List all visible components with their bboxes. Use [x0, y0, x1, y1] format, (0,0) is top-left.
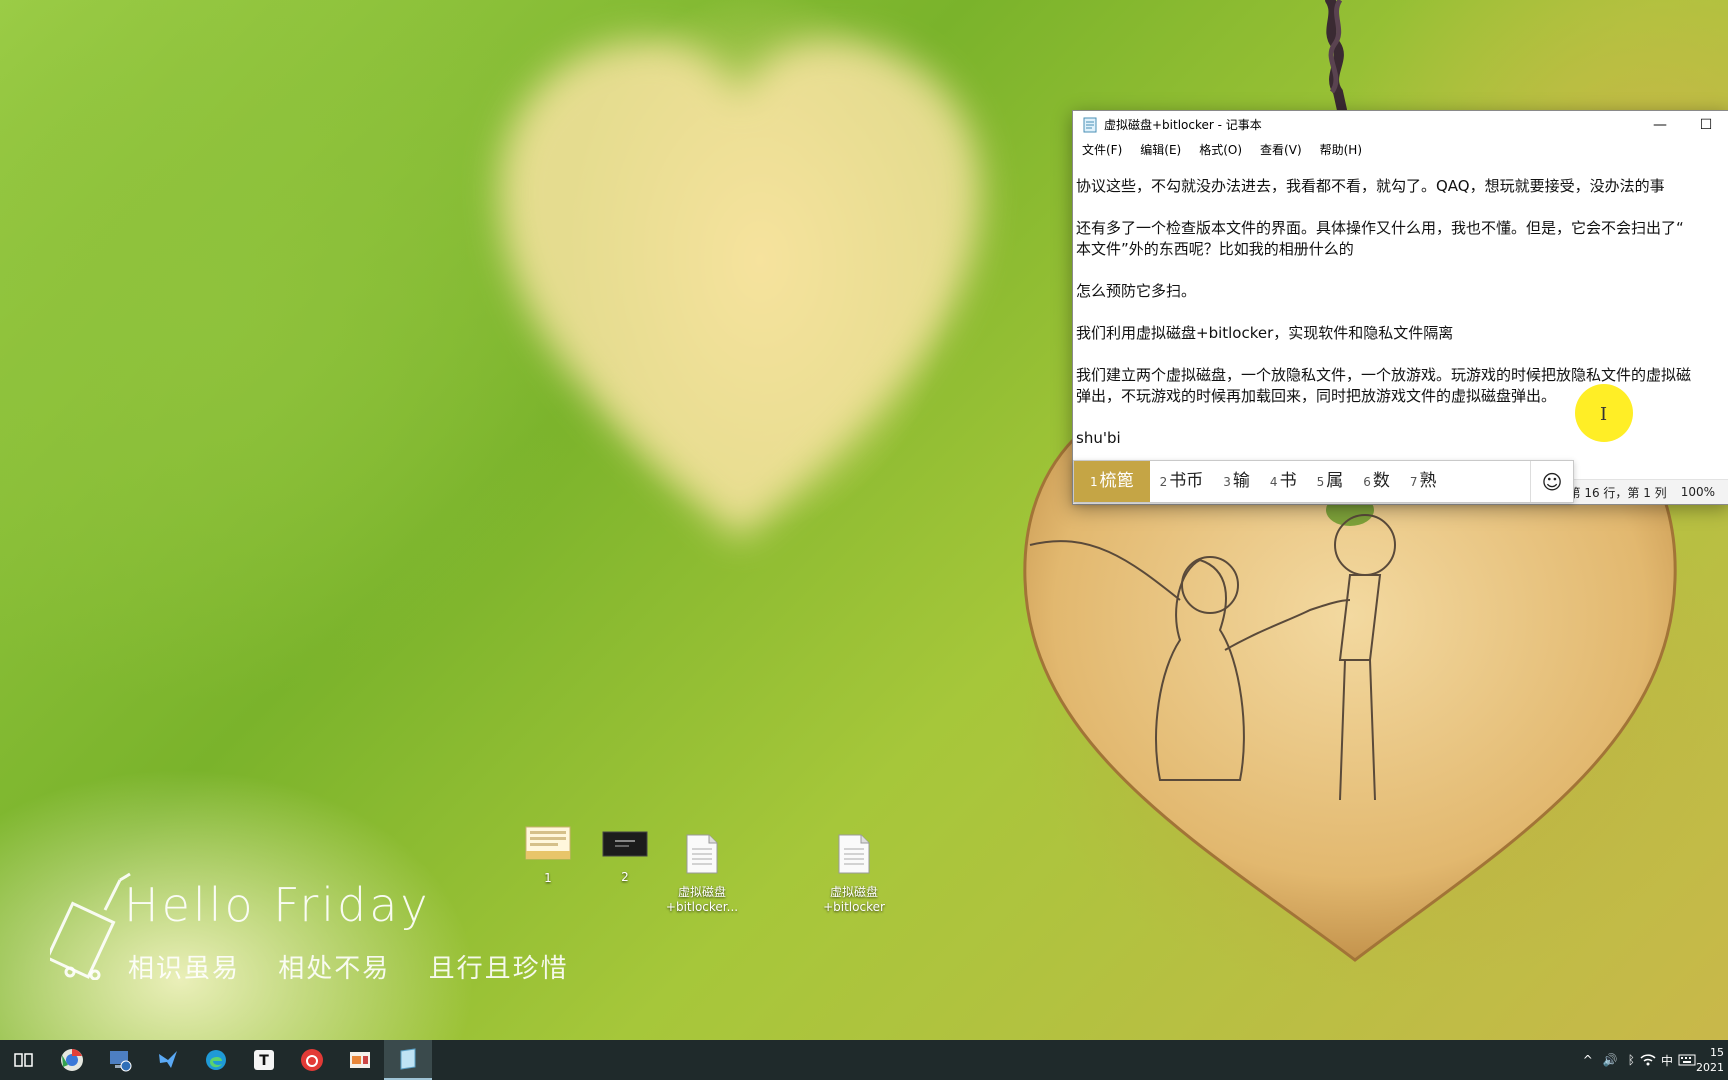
- notepad-window[interactable]: 虚拟磁盘+bitlocker - 记事本 — ☐ 文件(F) 编辑(E) 格式(…: [1072, 110, 1728, 505]
- svg-text:T: T: [259, 1053, 269, 1069]
- text-cursor-icon: I: [1600, 404, 1608, 425]
- input-method-icon[interactable]: [1678, 1053, 1696, 1067]
- computer-manager-icon: [110, 1051, 132, 1072]
- notepad-icon: [400, 1048, 416, 1070]
- clock-date: 2021: [1696, 1061, 1724, 1074]
- taskbar-app-edge[interactable]: [192, 1040, 240, 1080]
- text-line: shu'bi: [1076, 429, 1121, 447]
- taskbar-app-presentation[interactable]: [336, 1040, 384, 1080]
- ime-candidate[interactable]: 3 输: [1213, 461, 1260, 502]
- text-file-icon: [686, 834, 718, 874]
- ime-candidate[interactable]: 4 书: [1260, 461, 1307, 502]
- wallpaper-motto: 相识虽易 相处不易 且行且珍惜: [128, 948, 597, 985]
- menu-view[interactable]: 查看(V): [1257, 139, 1305, 160]
- text-line: 还有多了一个检查版本文件的界面。具体操作又什么用，我也不懂。但是，它会不会扫出了…: [1076, 219, 1684, 237]
- menu-help[interactable]: 帮助(H): [1317, 139, 1365, 160]
- text-line: 我们建立两个虚拟磁盘，一个放隐私文件，一个放游戏。玩游戏的时候把放隐私文件的虚拟…: [1076, 366, 1692, 384]
- notepad-icon: [1083, 117, 1097, 132]
- motto-part: 相识虽易: [128, 954, 241, 984]
- text-line: [1076, 344, 1728, 365]
- text-line: [1076, 197, 1728, 218]
- taskbar-app-netease-music[interactable]: [288, 1040, 336, 1080]
- desktop-icon-text-file[interactable]: 虚拟磁盘 +bitlocker...: [657, 818, 747, 930]
- taskbar-app-chrome[interactable]: [48, 1040, 96, 1080]
- text-line: [1076, 302, 1728, 323]
- cursor-position: 第 16 行，第 1 列: [1568, 485, 1667, 500]
- menu-file[interactable]: 文件(F): [1079, 139, 1125, 160]
- blurred-heart-decoration: [500, 40, 980, 540]
- edge-icon: [206, 1050, 226, 1070]
- menu-format[interactable]: 格式(O): [1196, 139, 1245, 160]
- taskbar-app-notepad[interactable]: [384, 1040, 432, 1080]
- zoom-level: 100%: [1680, 485, 1715, 499]
- ime-candidate-bar: 1 梳篦 2 书币 3 输 4 书 5 属 6 数 7 熟 ☺: [1073, 460, 1574, 503]
- ime-candidate[interactable]: 2 书币: [1150, 461, 1214, 502]
- taskbar-app-feishu[interactable]: [144, 1040, 192, 1080]
- emoji-icon[interactable]: ☺: [1530, 461, 1573, 502]
- minimize-button[interactable]: —: [1637, 111, 1683, 138]
- desktop-icon-text-file[interactable]: 虚拟磁盘 +bitlocker: [809, 818, 899, 930]
- image-file-icon: [525, 826, 571, 860]
- volume-icon[interactable]: 🔊: [1603, 1053, 1618, 1067]
- system-tray: ^ 🔊 ᛒ 中 15 2021: [1578, 1040, 1728, 1080]
- feishu-icon: [159, 1051, 177, 1068]
- ime-candidate[interactable]: 5 属: [1307, 461, 1354, 502]
- netease-music-icon: [301, 1049, 323, 1071]
- ime-candidate[interactable]: 1 梳篦: [1074, 461, 1150, 502]
- taskbar: T ^ 🔊 ᛒ 中 15 2021: [0, 1040, 1728, 1080]
- presentation-icon: [350, 1052, 370, 1068]
- taskbar-app-computer-manager[interactable]: [96, 1040, 144, 1080]
- desktop-icon-label: 虚拟磁盘 +bitlocker...: [665, 885, 739, 914]
- maximize-button[interactable]: ☐: [1683, 111, 1728, 138]
- task-view-icon: [14, 1053, 33, 1067]
- desktop-icon-label: 虚拟磁盘 +bitlocker: [823, 885, 885, 914]
- typora-icon: T: [254, 1050, 274, 1070]
- text-line: 我们利用虚拟磁盘+bitlocker，实现软件和隐私文件隔离: [1076, 324, 1454, 342]
- text-line: 本文件”外的东西呢？比如我的相册什么的: [1076, 240, 1354, 258]
- motto-part: 相处不易: [278, 954, 391, 984]
- rope-decoration: [1325, 0, 1347, 110]
- text-line: [1076, 260, 1728, 281]
- text-editor-area[interactable]: 协议这些，不勾就没办法进去，我看都不看，就勾了。QAQ，想玩就要接受，没办法的事…: [1073, 166, 1728, 474]
- wifi-icon[interactable]: [1640, 1053, 1656, 1067]
- wallpaper-headline: Hello Friday: [124, 878, 431, 932]
- clock[interactable]: 15 2021: [1696, 1045, 1724, 1075]
- ime-indicator[interactable]: 中: [1661, 1052, 1673, 1069]
- chevron-up-icon[interactable]: ^: [1583, 1053, 1593, 1067]
- ime-candidate[interactable]: 7 熟: [1400, 461, 1447, 502]
- text-line: 怎么预防它多扫。: [1076, 282, 1197, 300]
- terminal-file-icon: [602, 831, 648, 857]
- title-bar[interactable]: 虚拟磁盘+bitlocker - 记事本 — ☐: [1073, 111, 1728, 138]
- text-file-icon: [838, 834, 870, 874]
- motto-part: 且行且珍惜: [428, 954, 569, 984]
- window-title: 虚拟磁盘+bitlocker - 记事本: [1104, 118, 1262, 132]
- taskbar-app-typora[interactable]: T: [240, 1040, 288, 1080]
- bluetooth-icon[interactable]: ᛒ: [1628, 1053, 1635, 1067]
- task-view-button[interactable]: [0, 1040, 48, 1080]
- ime-candidate[interactable]: 6 数: [1353, 461, 1400, 502]
- text-line: 协议这些，不勾就没办法进去，我看都不看，就勾了。QAQ，想玩就要接受，没办法的事: [1076, 177, 1665, 195]
- clock-time: 15: [1710, 1046, 1724, 1059]
- menu-edit[interactable]: 编辑(E): [1137, 139, 1184, 160]
- chrome-icon: [61, 1049, 83, 1071]
- menu-bar: 文件(F) 编辑(E) 格式(O) 查看(V) 帮助(H): [1073, 138, 1728, 160]
